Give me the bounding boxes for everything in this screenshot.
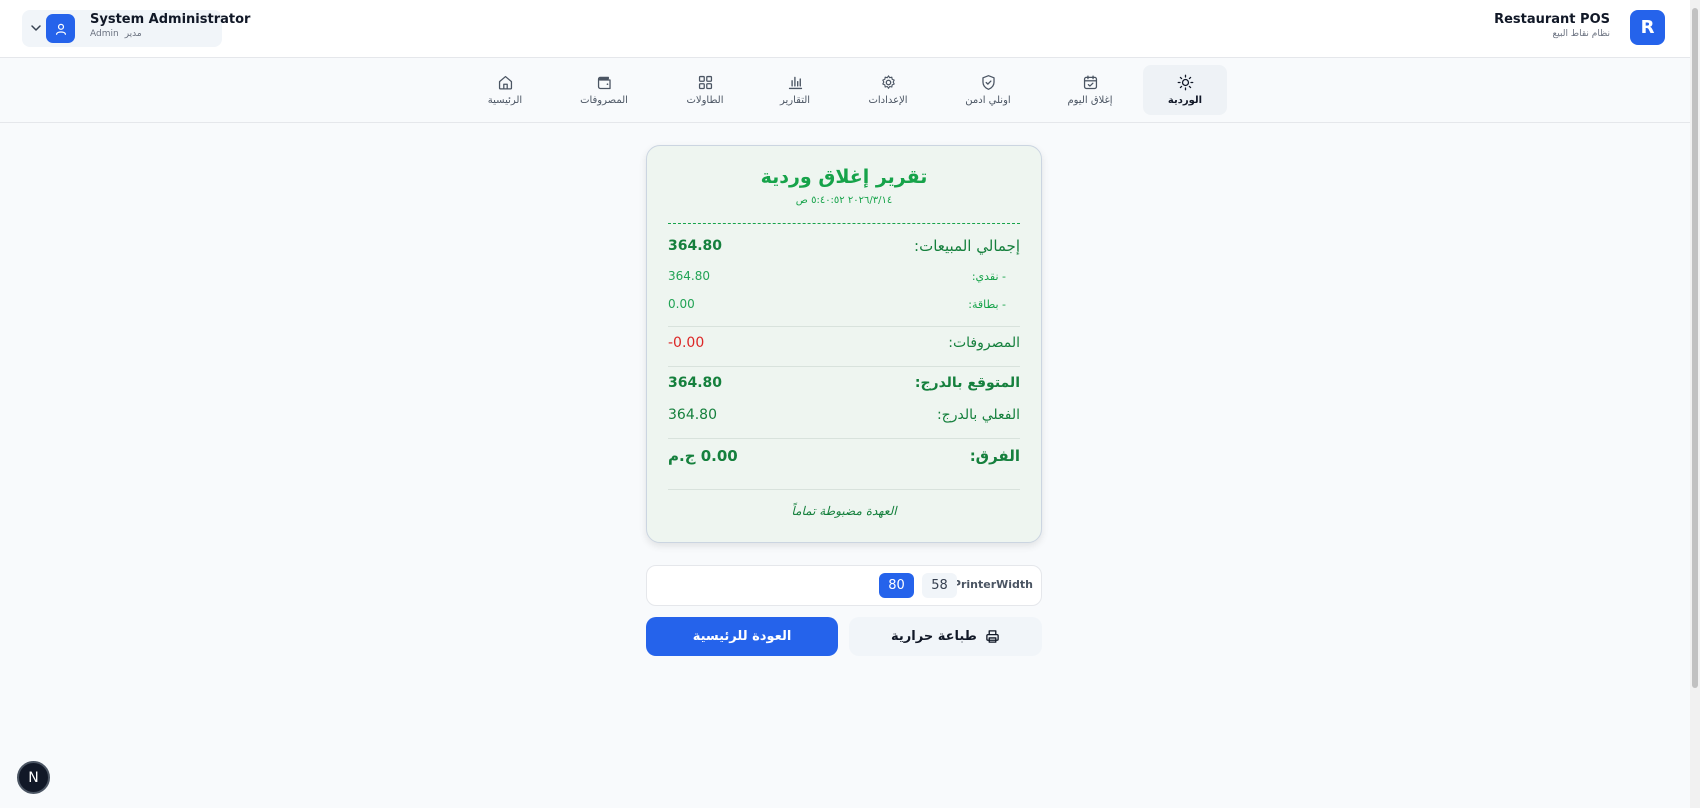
total-sales-label: إجمالي المبيعات: [914,237,1020,255]
user-role-en: Admin [90,29,119,39]
printer-width-80-button[interactable]: 80 [879,573,914,598]
divider [668,438,1020,439]
actual-drawer-label: الفعلي بالدرج: [936,407,1020,423]
nav-label: التقارير [779,95,811,106]
nav-label: الطاولات [686,95,724,106]
scrollbar-thumb[interactable] [1692,8,1698,688]
top-header: System Administrator Admin مدير R Restaur… [0,0,1690,58]
expenses-value: -0.00 [668,335,705,351]
printer-icon [986,630,999,643]
expenses-row: المصروفات: -0.00 [668,335,1020,351]
user-menu[interactable]: System Administrator Admin مدير [22,10,250,47]
nav-item-close-day[interactable]: إغلاق اليوم [1048,65,1132,115]
cash-label: - نقدي: [971,269,1006,283]
user-avatar [46,14,75,43]
printer-width-selector: PrinterWidth 58 80 [646,565,1042,606]
user-role: Admin مدير [90,29,148,39]
card-payment-label: - بطاقة: [968,297,1006,311]
calendar-check-icon [1083,75,1097,90]
shift-report-card: تقرير إغلاق وردية ٢٠٢٦/٣/١٤ ٥:٤٠:٥٢ ص إج… [646,145,1042,543]
difference-value: 0.00 ج.م [668,447,738,465]
divider [668,366,1020,367]
card-payment-value: 0.00 [668,297,695,311]
nav-label: اونلي ادمن [965,95,1011,106]
expected-drawer-label: المتوقع بالدرج: [914,375,1020,391]
balance-note: العهدة مضبوطة تماماً [791,504,897,518]
brand-logo: R [1630,10,1665,45]
gear-icon [881,75,895,89]
cash-row: - نقدي: 364.80 [668,269,1020,283]
nav-label: الرئيسية [487,95,523,106]
nav-label: المصروفات [580,95,628,106]
wallet-icon [597,76,611,90]
nav-label: إغلاق اليوم [1067,95,1113,106]
nav-item-settings[interactable]: الإعدادات [846,65,930,115]
bar-chart-icon [788,76,802,90]
actual-drawer-row: الفعلي بالدرج: 364.80 [668,407,1020,423]
home-icon [498,75,512,90]
nav-item-expenses[interactable]: المصروفات [562,65,646,115]
page-scrollbar[interactable] [1690,0,1700,808]
user-role-ar: مدير [124,29,142,39]
total-sales-value: 364.80 [668,238,723,254]
grid-icon [698,75,712,90]
brand-subtitle: نظام نقاط البيع [1552,29,1610,39]
expected-drawer-row: المتوقع بالدرج: 364.80 [668,375,1020,391]
divider [668,326,1020,327]
chevron-down-icon[interactable] [28,20,44,36]
brand-name: Restaurant POS [1494,12,1610,27]
expected-drawer-value: 364.80 [668,375,723,391]
dev-tools-badge[interactable]: N [17,761,50,794]
nav-item-tables[interactable]: الطاولات [663,65,747,115]
printer-width-58-button[interactable]: 58 [922,573,957,598]
nav-label: الإعدادات [868,95,908,106]
report-datetime: ٢٠٢٦/٣/١٤ ٥:٤٠:٥٢ ص [795,195,893,206]
difference-row: الفرق: 0.00 ج.م [668,447,1020,465]
difference-label: الفرق: [969,447,1020,465]
divider [668,489,1020,490]
expenses-label: المصروفات: [948,335,1020,351]
cash-value: 364.80 [668,269,710,283]
actual-drawer-value: 364.80 [668,407,717,423]
thermal-print-button[interactable]: طباعة حرارية [849,617,1042,656]
thermal-print-label: طباعة حرارية [891,629,977,644]
shield-check-icon [981,75,995,90]
nav-item-admin-only[interactable]: اونلي ادمن [946,65,1030,115]
main-nav: الوردية إغلاق اليوم اونلي ادمن الإعدادات… [0,59,1690,123]
user-icon [55,23,66,35]
nav-item-reports[interactable]: التقارير [753,65,837,115]
nav-label: الوردية [1167,95,1203,106]
dashed-divider [668,223,1020,224]
nav-item-home[interactable]: الرئيسية [463,65,547,115]
total-sales-row: إجمالي المبيعات: 364.80 [668,237,1020,255]
back-home-button[interactable]: العودة للرئيسية [646,617,838,656]
back-home-label: العودة للرئيسية [692,629,792,644]
card-payment-row: - بطاقة: 0.00 [668,297,1020,311]
user-name: System Administrator [90,12,251,27]
sun-icon [1177,74,1193,91]
nav-item-shift[interactable]: الوردية [1143,65,1227,115]
printer-width-label: PrinterWidth [952,578,1033,591]
report-title: تقرير إغلاق وردية [760,166,928,188]
